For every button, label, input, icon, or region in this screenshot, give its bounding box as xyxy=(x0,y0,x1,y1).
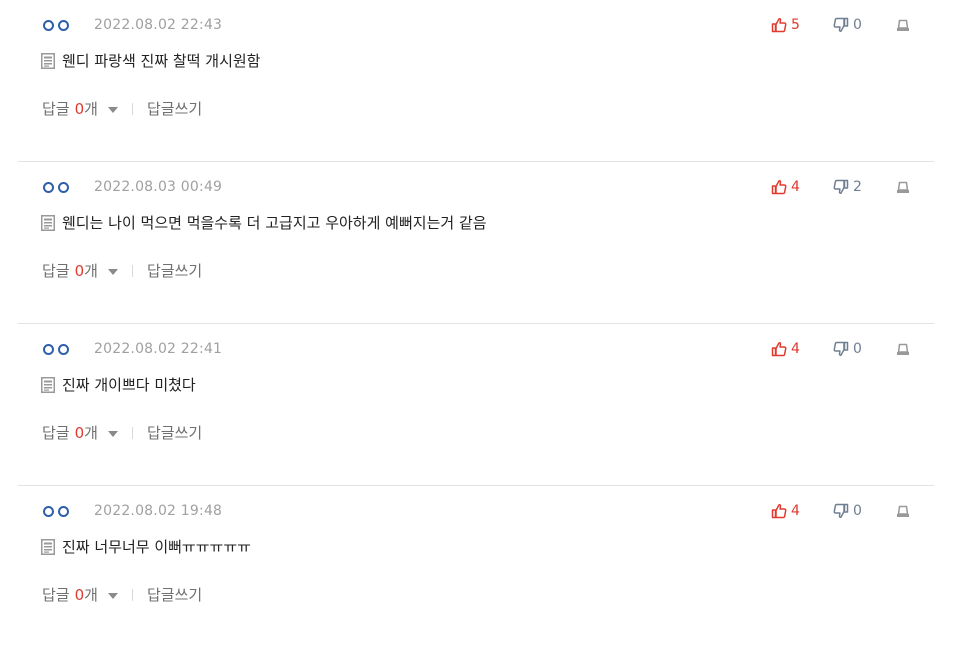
dislike-count: 2 xyxy=(853,179,862,195)
dislike-button[interactable]: 0 xyxy=(833,341,895,357)
comment-item: 2022.08.02 19:48 4 0 진짜 너무너무 이뻐ㅠㅠㅠㅠㅠ 답글 … xyxy=(18,486,934,647)
like-count: 5 xyxy=(791,17,800,33)
comment-text: 진짜 개이쁘다 미쳤다 xyxy=(62,376,196,394)
like-button[interactable]: 4 xyxy=(771,503,833,519)
comment-actions: 4 0 xyxy=(771,338,915,360)
blind-nickname-dots-icon xyxy=(43,343,94,355)
reply-toggle-button[interactable]: 답글 0 개 xyxy=(42,422,118,443)
reply-toggle-button[interactable]: 답글 0 개 xyxy=(42,98,118,119)
write-reply-button[interactable]: 답글쓰기 xyxy=(147,260,202,281)
blind-nickname-dots-icon xyxy=(43,505,94,517)
reply-count: 0 xyxy=(74,585,85,604)
comment-text: 웬디 파랑색 진짜 찰떡 개시원함 xyxy=(62,52,261,70)
comment-meta: 2022.08.02 22:43 xyxy=(43,15,222,35)
comment-meta: 2022.08.02 22:41 xyxy=(43,339,222,359)
like-count: 4 xyxy=(791,341,800,357)
document-icon xyxy=(41,214,55,231)
reply-unit: 개 xyxy=(84,100,98,118)
caret-down-icon xyxy=(107,430,118,437)
comment-body: 진짜 너무너무 이뻐ㅠㅠㅠㅠㅠ xyxy=(41,536,251,557)
like-count: 4 xyxy=(791,503,800,519)
report-button[interactable] xyxy=(895,503,915,519)
thumbs-up-icon xyxy=(771,503,787,519)
report-button[interactable] xyxy=(895,17,915,33)
report-flag-icon xyxy=(895,179,911,195)
comment-actions: 5 0 xyxy=(771,14,915,36)
report-flag-icon xyxy=(895,503,911,519)
comment-date: 2022.08.02 22:41 xyxy=(94,341,223,357)
reply-label: 답글 xyxy=(42,586,70,604)
document-icon xyxy=(41,376,55,393)
dislike-count: 0 xyxy=(853,17,862,33)
blind-nickname-dots-icon xyxy=(43,19,94,31)
comment-body: 웬디는 나이 먹으면 먹을수록 더 고급지고 우아하게 예뻐지는거 같음 xyxy=(41,212,487,233)
thumbs-up-icon xyxy=(771,17,787,33)
divider xyxy=(131,588,133,601)
dislike-count: 0 xyxy=(853,341,862,357)
thumbs-down-icon xyxy=(833,341,849,357)
report-flag-icon xyxy=(895,17,911,33)
reply-label: 답글 xyxy=(42,424,70,442)
report-flag-icon xyxy=(895,341,911,357)
reply-label: 답글 xyxy=(42,100,70,118)
reply-bar: 답글 0 개 답글쓰기 xyxy=(42,260,202,281)
comment-item: 2022.08.02 22:41 4 0 진짜 개이쁘다 미쳤다 답글 0 개 … xyxy=(18,324,934,486)
comment-text: 웬디는 나이 먹으면 먹을수록 더 고급지고 우아하게 예뻐지는거 같음 xyxy=(62,214,487,232)
comment-item: 2022.08.03 00:49 4 2 웬디는 나이 먹으면 먹을수록 더 고… xyxy=(18,162,934,324)
reply-bar: 답글 0 개 답글쓰기 xyxy=(42,98,202,119)
divider xyxy=(131,426,133,439)
reply-unit: 개 xyxy=(84,424,98,442)
comment-actions: 4 0 xyxy=(771,500,915,522)
comment-meta: 2022.08.02 19:48 xyxy=(43,501,222,521)
comment-item: 2022.08.02 22:43 5 0 웬디 파랑색 진짜 찰떡 개시원함 답… xyxy=(18,0,934,162)
like-button[interactable]: 5 xyxy=(771,17,833,33)
caret-down-icon xyxy=(107,268,118,275)
thumbs-down-icon xyxy=(833,179,849,195)
divider xyxy=(131,102,133,115)
reply-unit: 개 xyxy=(84,586,98,604)
caret-down-icon xyxy=(107,106,118,113)
comment-body: 웬디 파랑색 진짜 찰떡 개시원함 xyxy=(41,50,260,71)
report-button[interactable] xyxy=(895,341,915,357)
thumbs-up-icon xyxy=(771,341,787,357)
write-reply-button[interactable]: 답글쓰기 xyxy=(147,584,202,605)
like-button[interactable]: 4 xyxy=(771,341,833,357)
document-icon xyxy=(41,538,55,555)
reply-toggle-button[interactable]: 답글 0 개 xyxy=(42,260,118,281)
comment-actions: 4 2 xyxy=(771,176,915,198)
like-button[interactable]: 4 xyxy=(771,179,833,195)
reply-bar: 답글 0 개 답글쓰기 xyxy=(42,422,202,443)
write-reply-button[interactable]: 답글쓰기 xyxy=(147,422,202,443)
comment-date: 2022.08.02 22:43 xyxy=(94,17,223,33)
comment-date: 2022.08.03 00:49 xyxy=(94,179,223,195)
document-icon xyxy=(41,52,55,69)
comment-body: 진짜 개이쁘다 미쳤다 xyxy=(41,374,196,395)
like-count: 4 xyxy=(791,179,800,195)
reply-unit: 개 xyxy=(84,262,98,280)
dislike-button[interactable]: 0 xyxy=(833,17,895,33)
comment-date: 2022.08.02 19:48 xyxy=(94,503,223,519)
thumbs-down-icon xyxy=(833,17,849,33)
reply-count: 0 xyxy=(74,99,85,118)
reply-count: 0 xyxy=(74,261,85,280)
comment-meta: 2022.08.03 00:49 xyxy=(43,177,222,197)
comment-text: 진짜 너무너무 이뻐ㅠㅠㅠㅠㅠ xyxy=(62,538,251,556)
dislike-button[interactable]: 2 xyxy=(833,179,895,195)
blind-nickname-dots-icon xyxy=(43,181,94,193)
dislike-count: 0 xyxy=(853,503,862,519)
reply-count: 0 xyxy=(74,423,85,442)
thumbs-up-icon xyxy=(771,179,787,195)
dislike-button[interactable]: 0 xyxy=(833,503,895,519)
comment-list: 2022.08.02 22:43 5 0 웬디 파랑색 진짜 찰떡 개시원함 답… xyxy=(18,0,934,647)
write-reply-button[interactable]: 답글쓰기 xyxy=(147,98,202,119)
reply-bar: 답글 0 개 답글쓰기 xyxy=(42,584,202,605)
thumbs-down-icon xyxy=(833,503,849,519)
reply-toggle-button[interactable]: 답글 0 개 xyxy=(42,584,118,605)
divider xyxy=(131,264,133,277)
caret-down-icon xyxy=(107,592,118,599)
reply-label: 답글 xyxy=(42,262,70,280)
report-button[interactable] xyxy=(895,179,915,195)
